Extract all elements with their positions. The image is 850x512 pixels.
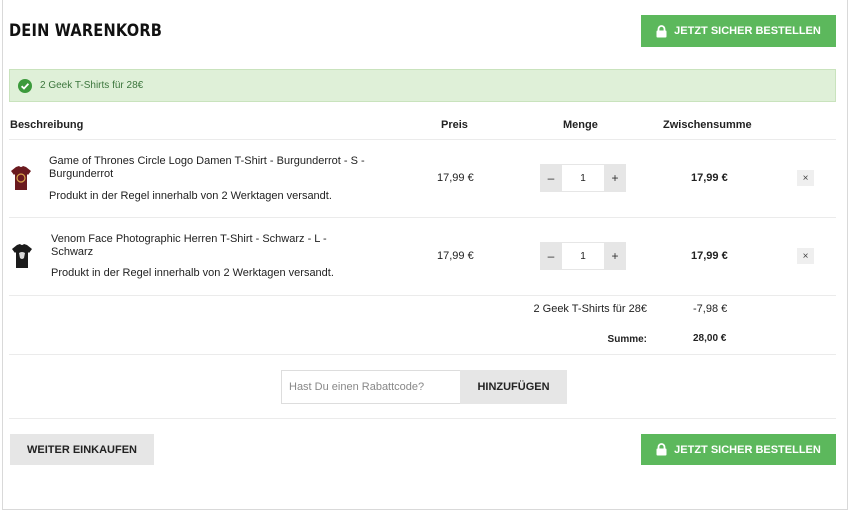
product-thumbnail[interactable] [10, 165, 32, 191]
divider [9, 418, 836, 419]
quantity-input[interactable]: 1 [562, 164, 604, 192]
coupon-input[interactable] [281, 370, 461, 404]
checkout-button-label: JETZT SICHER BESTELLEN [674, 443, 821, 456]
total-value: 28,00 € [693, 333, 727, 344]
apply-coupon-button[interactable]: HINZUFÜGEN [460, 370, 567, 404]
column-header-quantity: Menge [563, 119, 598, 131]
remove-item-button[interactable]: × [797, 170, 814, 186]
check-circle-icon [18, 78, 32, 93]
increase-quantity-button[interactable]: + [604, 164, 626, 192]
divider [9, 217, 836, 218]
item-price: 17,99 € [437, 250, 474, 262]
checkout-button-bottom[interactable]: JETZT SICHER BESTELLEN [641, 434, 836, 465]
divider [9, 354, 836, 355]
checkout-button-label: JETZT SICHER BESTELLEN [674, 25, 821, 37]
remove-item-button[interactable]: × [797, 248, 814, 264]
increase-quantity-button[interactable]: + [604, 242, 626, 270]
page-title: DEIN WARENKORB [9, 21, 163, 41]
divider [9, 139, 836, 140]
lock-icon [656, 443, 667, 456]
item-subtotal: 17,99 € [691, 172, 728, 184]
product-name[interactable]: Venom Face Photographic Herren T-Shirt -… [51, 233, 351, 259]
discount-label: 2 Geek T-Shirts für 28€ [533, 303, 647, 315]
shipping-info: Produkt in der Regel innerhalb von 2 Wer… [51, 267, 334, 279]
column-header-subtotal: Zwischensumme [663, 119, 752, 131]
lock-icon [656, 24, 667, 37]
quantity-stepper: – 1 + [540, 242, 626, 270]
promo-notice-text: 2 Geek T-Shirts für 28€ [40, 80, 144, 91]
decrease-quantity-button[interactable]: – [540, 242, 562, 270]
column-header-description: Beschreibung [10, 119, 84, 131]
divider [9, 295, 836, 296]
item-subtotal: 17,99 € [691, 250, 728, 262]
total-label: Summe: [607, 334, 647, 345]
decrease-quantity-button[interactable]: – [540, 164, 562, 192]
shipping-info: Produkt in der Regel innerhalb von 2 Wer… [49, 190, 332, 202]
column-header-price: Preis [441, 119, 468, 131]
promo-notice: 2 Geek T-Shirts für 28€ [9, 69, 836, 102]
product-thumbnail[interactable] [11, 243, 33, 269]
quantity-stepper: – 1 + [540, 164, 626, 192]
item-price: 17,99 € [437, 172, 474, 184]
discount-value: -7,98 € [693, 303, 728, 315]
product-name[interactable]: Game of Thrones Circle Logo Damen T-Shir… [49, 155, 394, 181]
checkout-button-top[interactable]: JETZT SICHER BESTELLEN [641, 15, 836, 47]
continue-shopping-button[interactable]: WEITER EINKAUFEN [10, 434, 154, 465]
quantity-input[interactable]: 1 [562, 242, 604, 270]
